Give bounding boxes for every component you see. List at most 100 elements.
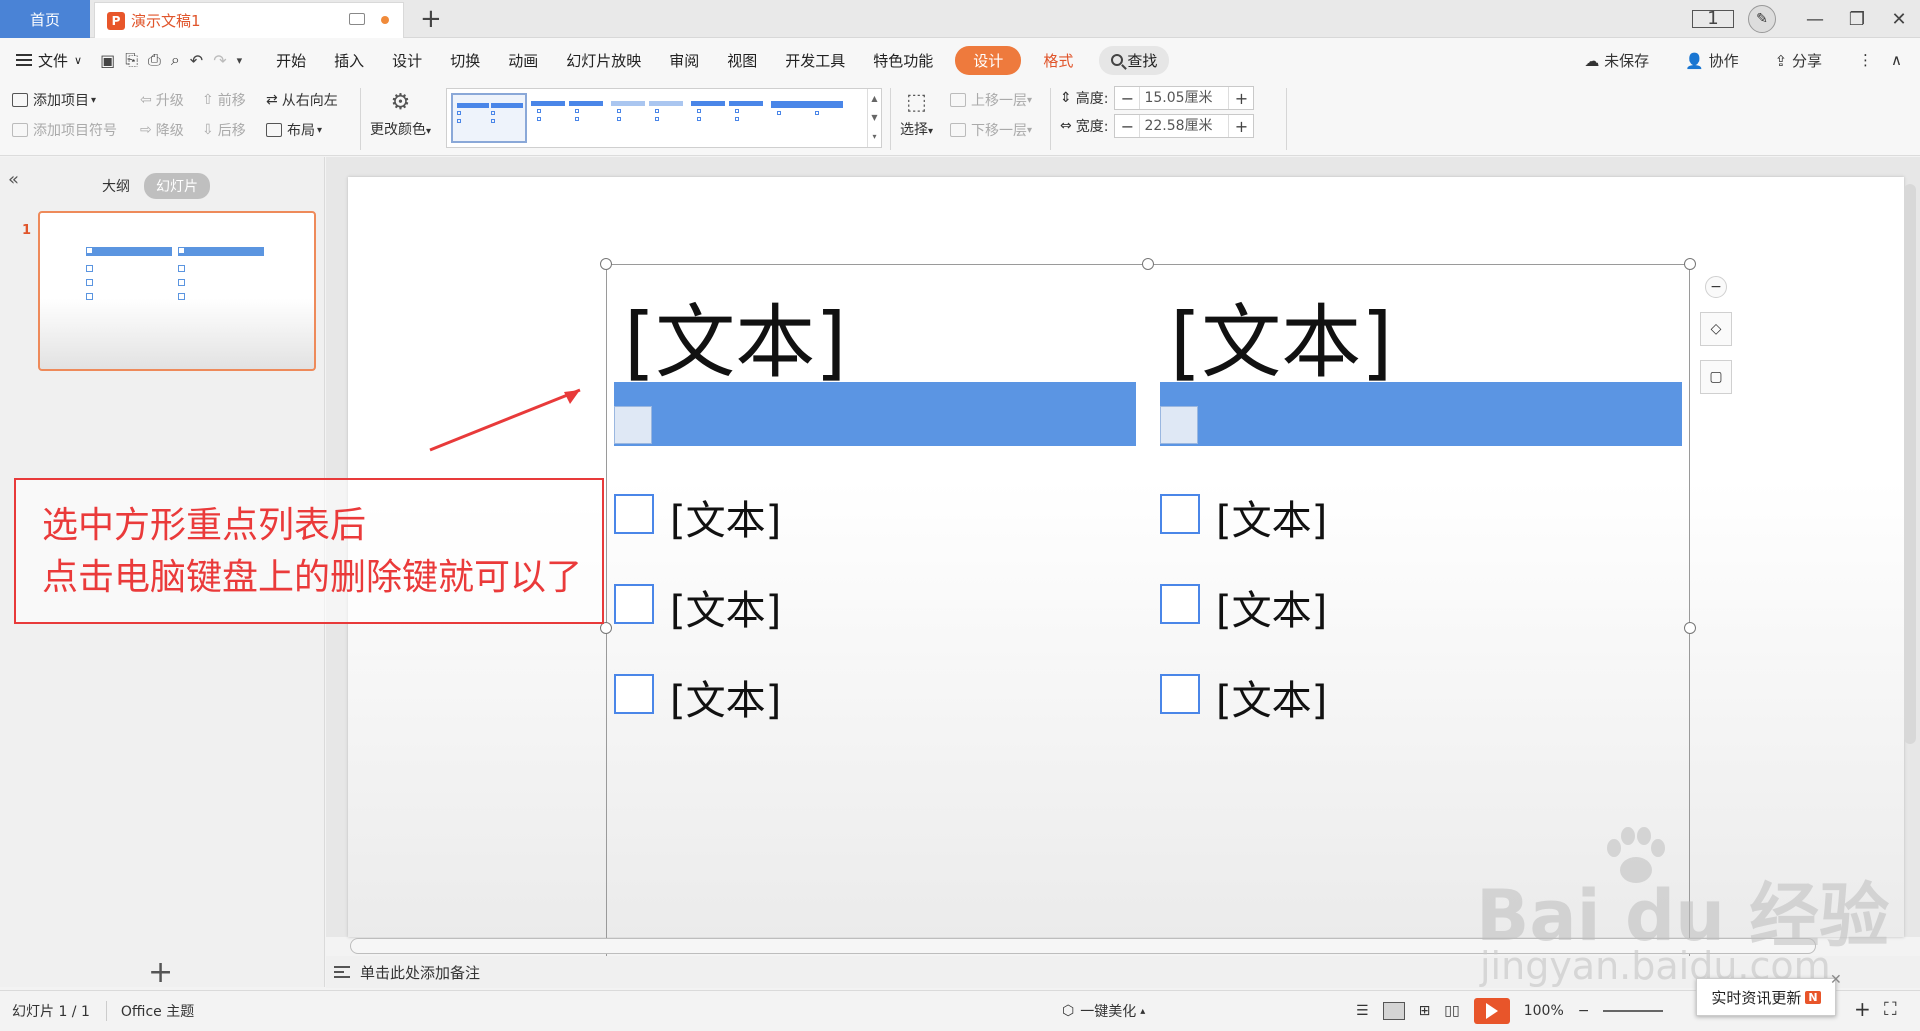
- column-2-bullet-square[interactable]: [1160, 584, 1200, 624]
- search-button[interactable]: 查找: [1099, 45, 1170, 75]
- column-1-bullet-square[interactable]: [614, 584, 654, 624]
- height-increase-button[interactable]: +: [1229, 89, 1253, 108]
- right-to-left-button[interactable]: ⇄ 从右向左: [266, 90, 338, 110]
- fill-icon[interactable]: ◇: [1700, 312, 1732, 346]
- column-2-item[interactable]: [文本]: [1216, 488, 1327, 546]
- width-input[interactable]: 22.58厘米: [1139, 115, 1230, 137]
- monitor-icon[interactable]: [349, 13, 365, 25]
- column-2-title[interactable]: [文本]: [1170, 278, 1392, 394]
- select-button[interactable]: ⬚ 选择▾: [900, 90, 933, 139]
- tab-transitions[interactable]: 切换: [436, 50, 494, 71]
- tab-slideshow[interactable]: 幻灯片放映: [552, 50, 655, 71]
- normal-view-icon[interactable]: [1382, 1002, 1405, 1020]
- save-icon[interactable]: ▣: [100, 51, 115, 70]
- vertical-scrollbar[interactable]: [1904, 184, 1916, 744]
- height-stepper[interactable]: − 15.05厘米 +: [1114, 86, 1255, 110]
- tab-view[interactable]: 视图: [713, 50, 771, 71]
- theme-name[interactable]: Office 主题: [107, 1001, 194, 1021]
- close-icon[interactable]: ✕: [1878, 9, 1920, 30]
- width-stepper[interactable]: − 22.58厘米 +: [1114, 114, 1255, 138]
- customize-qat-icon[interactable]: ▾: [237, 54, 243, 67]
- tab-smartart-format[interactable]: 格式: [1029, 50, 1087, 71]
- tab-animations[interactable]: 动画: [494, 50, 552, 71]
- layout-button[interactable]: 布局 ▾: [266, 120, 322, 140]
- width-decrease-button[interactable]: −: [1115, 117, 1139, 136]
- column-2-bullet-square[interactable]: [1160, 494, 1200, 534]
- new-tab-button[interactable]: +: [420, 4, 442, 34]
- home-tab[interactable]: 首页: [0, 0, 90, 38]
- restore-icon[interactable]: ❐: [1836, 9, 1878, 30]
- move-forward-button[interactable]: ⇧ 前移: [202, 90, 246, 110]
- arrow-up-icon[interactable]: ▲: [868, 89, 881, 108]
- gallery-style-3[interactable]: [611, 93, 687, 143]
- print-icon[interactable]: ⎙: [148, 50, 161, 70]
- add-bullet-button[interactable]: 添加项目符号: [12, 120, 117, 140]
- arrow-down-icon[interactable]: ▼: [868, 108, 881, 127]
- frame-icon[interactable]: ▢: [1700, 360, 1732, 394]
- resize-handle[interactable]: [1684, 258, 1696, 270]
- document-tab[interactable]: P 演示文稿1: [94, 2, 404, 38]
- bring-forward-button[interactable]: 上移一层 ▾: [950, 90, 1032, 110]
- slide-sorter-icon[interactable]: ⊞: [1419, 1003, 1431, 1019]
- gallery-style-2[interactable]: [531, 93, 607, 143]
- undo-icon[interactable]: ↶: [190, 51, 203, 70]
- play-slideshow-button[interactable]: [1473, 998, 1510, 1024]
- file-menu[interactable]: 文件 ∨: [0, 50, 100, 71]
- tab-developer[interactable]: 开发工具: [771, 50, 859, 71]
- tab-review[interactable]: 审阅: [655, 50, 713, 71]
- tab-insert[interactable]: 插入: [320, 50, 378, 71]
- tab-smartart-design[interactable]: 设计: [955, 45, 1022, 75]
- tab-outline[interactable]: 大纲: [102, 176, 130, 196]
- column-2-header-bar[interactable]: [1160, 382, 1682, 446]
- gallery-style-5[interactable]: [771, 93, 847, 143]
- height-input[interactable]: 15.05厘米: [1139, 87, 1230, 109]
- slide-thumbnail[interactable]: [38, 211, 316, 371]
- zoom-level[interactable]: 100%: [1524, 1003, 1564, 1019]
- column-2-bullet-square[interactable]: [1160, 674, 1200, 714]
- column-1-header-bar[interactable]: [614, 382, 1136, 446]
- unsaved-button[interactable]: ☁ 未保存: [1584, 50, 1667, 71]
- tab-start[interactable]: 开始: [262, 50, 320, 71]
- zoom-out-icon[interactable]: −: [1705, 276, 1727, 298]
- print-preview-icon[interactable]: ⌕: [171, 50, 180, 70]
- column-2-header-square[interactable]: [1160, 406, 1198, 444]
- reading-view-icon[interactable]: ▯▯: [1444, 1003, 1459, 1019]
- add-item-button[interactable]: 添加项目 ▾: [12, 90, 96, 110]
- gallery-style-1[interactable]: [451, 93, 527, 143]
- tab-design[interactable]: 设计: [378, 50, 436, 71]
- avatar[interactable]: ✎: [1748, 5, 1776, 33]
- news-close-icon[interactable]: ✕: [1830, 972, 1842, 988]
- column-1-item[interactable]: [文本]: [670, 488, 781, 546]
- news-popup[interactable]: 实时资讯更新 N: [1696, 978, 1836, 1016]
- column-2-item[interactable]: [文本]: [1216, 668, 1327, 726]
- page-count-icon[interactable]: 1: [1692, 10, 1734, 28]
- resize-handle[interactable]: [1684, 622, 1696, 634]
- column-1-header-square[interactable]: [614, 406, 652, 444]
- column-1-item[interactable]: [文本]: [670, 578, 781, 636]
- beautify-button[interactable]: ⬡ 一键美化 ▴: [1062, 991, 1145, 1031]
- gallery-scroll[interactable]: ▲ ▼ ▾: [867, 89, 881, 147]
- tab-special[interactable]: 特色功能: [859, 50, 947, 71]
- change-color-button[interactable]: ⚙ 更改颜色▾: [370, 90, 431, 139]
- add-slide-button[interactable]: +: [148, 955, 173, 990]
- zoom-in-button[interactable]: +: [1854, 997, 1871, 1021]
- send-backward-button[interactable]: 下移一层 ▾: [950, 120, 1032, 140]
- more-icon[interactable]: ⋮: [1858, 51, 1873, 69]
- column-1-title[interactable]: [文本]: [624, 278, 846, 394]
- column-1-bullet-square[interactable]: [614, 494, 654, 534]
- gallery-style-4[interactable]: [691, 93, 767, 143]
- share-button[interactable]: ⇪ 分享: [1775, 50, 1840, 71]
- promote-button[interactable]: ⇦ 升级: [140, 90, 184, 110]
- width-increase-button[interactable]: +: [1229, 117, 1253, 136]
- collapse-ribbon-icon[interactable]: ∧: [1891, 51, 1902, 69]
- demote-button[interactable]: ⇨ 降级: [140, 120, 184, 140]
- resize-handle[interactable]: [1142, 258, 1154, 270]
- collab-button[interactable]: 👤 协作: [1685, 50, 1756, 71]
- tab-slides[interactable]: 幻灯片: [144, 173, 210, 199]
- height-decrease-button[interactable]: −: [1115, 89, 1139, 108]
- fit-window-icon[interactable]: ⛶: [1884, 999, 1897, 1020]
- column-1-bullet-square[interactable]: [614, 674, 654, 714]
- notes-toggle-icon[interactable]: ☰: [1356, 1003, 1369, 1019]
- redo-icon[interactable]: ↷: [213, 51, 226, 70]
- zoom-out-button[interactable]: −: [1578, 1003, 1590, 1019]
